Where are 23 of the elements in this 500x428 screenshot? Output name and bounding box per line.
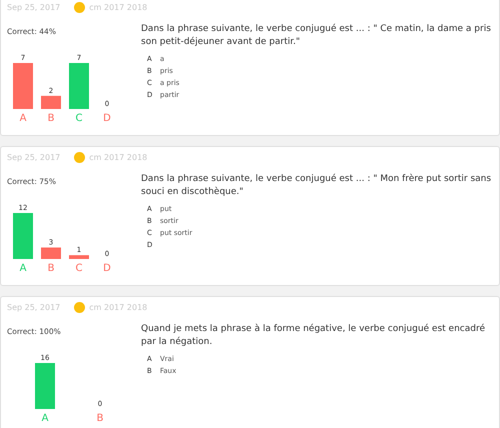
- bar: [13, 63, 33, 109]
- class-dot: [74, 2, 86, 12]
- class-dot: [74, 152, 86, 162]
- bar: [13, 213, 33, 259]
- question-text: Quand je mets la phrase à la forme négative, le verbe conjugué est encadré par la négation.: [141, 322, 486, 348]
- bar: [41, 248, 61, 259]
- answer-letter: A: [20, 113, 26, 124]
- bar: [35, 363, 55, 409]
- answer-letter: C: [76, 263, 82, 274]
- bar: [69, 63, 89, 109]
- answer-letter: B: [96, 413, 104, 424]
- answer-letter: B: [48, 263, 54, 274]
- question-text: Dans la phrase suivante, le verbe conjugué est ... : " Mon frère put sortir sans souci en discothèque.": [141, 172, 492, 198]
- answer-letter: B: [48, 113, 54, 124]
- question-text: Dans la phrase suivante, le verbe conjugué est ... : " Ce matin, la dame a pris son petit-déjeuner avant de partir.": [141, 22, 492, 48]
- answer-letter: D: [103, 113, 111, 124]
- bar: [69, 255, 89, 259]
- answer-letter: D: [103, 263, 111, 274]
- answer-letter: C: [76, 113, 82, 124]
- answer-letter: A: [20, 263, 26, 274]
- class-dot: [74, 302, 86, 312]
- answer-letter: A: [42, 413, 48, 424]
- bar: [41, 96, 61, 109]
